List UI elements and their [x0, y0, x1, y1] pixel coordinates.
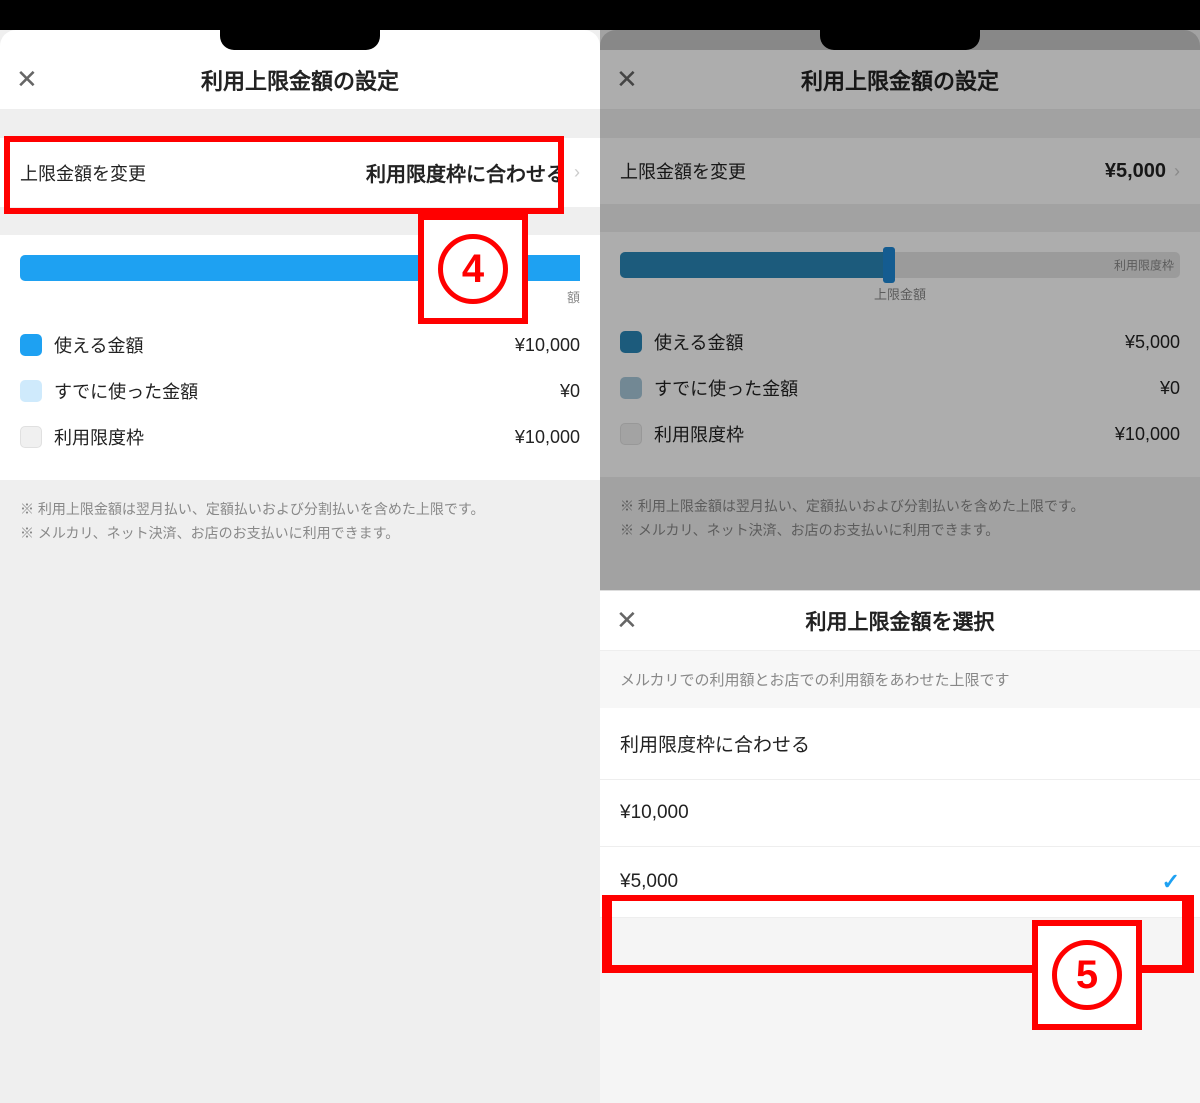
change-limit-value-text: ¥5,000 [1105, 160, 1166, 183]
legend-limit-value: ¥10,000 [1115, 424, 1180, 445]
option-match-limit[interactable]: 利用限度枠に合わせる [600, 708, 1200, 780]
swatch-used-icon [20, 380, 42, 402]
change-limit-row[interactable]: 上限金額を変更 利用限度枠に合わせる › [0, 138, 600, 207]
divider [0, 207, 600, 235]
disclaimer-line1: ※ 利用上限金額は翌月払い、定額払いおよび分割払いを含めた上限です。 [20, 498, 580, 522]
screenshot-left: ✕ 利用上限金額の設定 上限金額を変更 利用限度枠に合わせる › 額 使える金額… [0, 0, 600, 1103]
slider-fill [620, 252, 889, 278]
sheet-footer [600, 918, 1200, 1103]
screenshot-right: ✕ 利用上限金額の設定 上限金額を変更 ¥5,000 › 利用限度枠 上限金額 … [600, 0, 1200, 1103]
notch [0, 30, 600, 50]
legend-used: すでに使った金額 ¥0 [620, 365, 1180, 411]
change-limit-value-text: 利用限度枠に合わせる [366, 158, 566, 187]
sheet-header: ✕ 利用上限金額を選択 [600, 591, 1200, 651]
divider [0, 110, 600, 138]
slider-end-label: 額 [20, 287, 580, 306]
option-10000[interactable]: ¥10,000 [600, 780, 1200, 847]
disclaimer-line1: ※ 利用上限金額は翌月払い、定額払いおよび分割払いを含めた上限です。 [620, 495, 1180, 519]
limit-slider-area: 額 [0, 235, 600, 312]
legend-used-label: すでに使った金額 [54, 378, 198, 404]
disclaimer: ※ 利用上限金額は翌月払い、定額払いおよび分割払いを含めた上限です。 ※ メルカ… [0, 480, 600, 564]
page-title: 利用上限金額の設定 [600, 64, 1200, 96]
swatch-limit-icon [620, 423, 642, 445]
close-icon[interactable]: ✕ [616, 605, 638, 636]
legend-used: すでに使った金額 ¥0 [20, 368, 580, 414]
legend-available-value: ¥5,000 [1125, 332, 1180, 353]
page-header: ✕ 利用上限金額の設定 [0, 50, 600, 110]
swatch-limit-icon [20, 426, 42, 448]
disclaimer-line2: ※ メルカリ、ネット決済、お店のお支払いに利用できます。 [20, 522, 580, 546]
slider-caption: 上限金額 [620, 284, 1180, 303]
page-title: 利用上限金額の設定 [0, 64, 600, 96]
option-label: 利用限度枠に合わせる [620, 730, 810, 757]
legend-used-label: すでに使った金額 [654, 375, 798, 401]
divider [600, 110, 1200, 138]
legend-limit-label: 利用限度枠 [54, 424, 144, 450]
sheet-title: 利用上限金額を選択 [600, 606, 1200, 636]
change-limit-label: 上限金額を変更 [620, 158, 746, 184]
change-limit-row[interactable]: 上限金額を変更 ¥5,000 › [600, 138, 1200, 204]
legend: 使える金額 ¥5,000 すでに使った金額 ¥0 利用限度枠 ¥10,000 [600, 309, 1200, 477]
option-label: ¥10,000 [620, 802, 689, 824]
legend-limit-label: 利用限度枠 [654, 421, 744, 447]
sheet-description: メルカリでの利用額とお店での利用額をあわせた上限です [600, 651, 1200, 708]
change-limit-label: 上限金額を変更 [20, 160, 146, 186]
legend: 使える金額 ¥10,000 すでに使った金額 ¥0 利用限度枠 ¥10,000 [0, 312, 600, 480]
legend-available: 使える金額 ¥5,000 [620, 319, 1180, 365]
legend-available-value: ¥10,000 [515, 335, 580, 356]
status-bar [600, 0, 1200, 30]
legend-used-value: ¥0 [560, 381, 580, 402]
swatch-available-icon [620, 331, 642, 353]
disclaimer-line2: ※ メルカリ、ネット決済、お店のお支払いに利用できます。 [620, 519, 1180, 543]
change-limit-value: 利用限度枠に合わせる › [366, 158, 580, 187]
divider [600, 204, 1200, 232]
disclaimer: ※ 利用上限金額は翌月払い、定額払いおよび分割払いを含めた上限です。 ※ メルカ… [600, 477, 1200, 561]
page-header: ✕ 利用上限金額の設定 [600, 50, 1200, 110]
legend-limit-value: ¥10,000 [515, 427, 580, 448]
swatch-used-icon [620, 377, 642, 399]
legend-limit: 利用限度枠 ¥10,000 [620, 411, 1180, 457]
legend-available-label: 使える金額 [54, 332, 143, 358]
status-bar [0, 0, 600, 30]
legend-limit: 利用限度枠 ¥10,000 [20, 414, 580, 460]
change-limit-value: ¥5,000 › [1105, 160, 1180, 183]
swatch-available-icon [20, 334, 42, 356]
limit-slider-area: 利用限度枠 上限金額 [600, 232, 1200, 309]
slider-handle[interactable] [883, 247, 895, 283]
slider-end-label: 利用限度枠 [1114, 257, 1174, 274]
limit-slider[interactable] [20, 255, 580, 281]
close-icon[interactable]: ✕ [616, 64, 638, 95]
legend-available: 使える金額 ¥10,000 [20, 322, 580, 368]
check-icon: ✓ [1162, 869, 1180, 895]
legend-used-value: ¥0 [1160, 378, 1180, 399]
select-limit-sheet: ✕ 利用上限金額を選択 メルカリでの利用額とお店での利用額をあわせた上限です 利… [600, 590, 1200, 1103]
legend-available-label: 使える金額 [654, 329, 743, 355]
option-5000[interactable]: ¥5,000 ✓ [600, 847, 1200, 918]
notch [600, 30, 1200, 50]
slider-fill [20, 255, 580, 281]
option-label: ¥5,000 [620, 871, 678, 893]
chevron-right-icon: › [574, 162, 580, 183]
chevron-right-icon: › [1174, 161, 1180, 182]
limit-slider[interactable]: 利用限度枠 [620, 252, 1180, 278]
close-icon[interactable]: ✕ [16, 64, 38, 95]
